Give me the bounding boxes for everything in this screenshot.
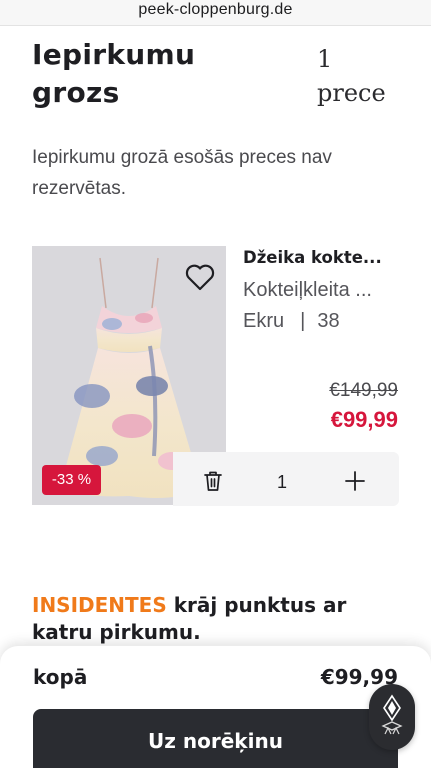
page-title: Iepirkumu grozs	[32, 38, 196, 109]
trash-icon[interactable]	[203, 470, 223, 492]
product-color: Ekru	[243, 310, 285, 332]
product-variant: Ekru | 38	[243, 307, 340, 335]
product-brand[interactable]: Džeika kokte...	[243, 246, 403, 270]
sale-price: €99,99	[330, 407, 398, 432]
heart-icon[interactable]	[184, 262, 216, 292]
quantity-value: 1	[276, 472, 287, 492]
product-size: 38	[317, 310, 340, 332]
product-name[interactable]: Kokteiļkleita ...	[243, 276, 403, 304]
original-price: €149,99	[329, 380, 398, 401]
url-text: peek-cloppenburg.de	[138, 1, 293, 18]
plus-icon[interactable]	[345, 471, 365, 491]
loyalty-brand[interactable]: INSIDENTES	[32, 593, 167, 617]
cart-count-number: 1	[317, 45, 333, 73]
assistant-logo-icon	[381, 694, 403, 735]
checkout-button[interactable]: Uz norēķinu	[33, 709, 398, 768]
reservation-notice: Iepirkumu grozā esošās preces nav rezerv…	[32, 147, 332, 199]
assistant-button[interactable]	[369, 684, 415, 750]
discount-badge: -33 %	[42, 465, 101, 495]
browser-url-bar[interactable]: peek-cloppenburg.de	[0, 0, 431, 26]
variant-separator: |	[300, 310, 306, 332]
total-label: kopā	[33, 665, 88, 689]
cart-item-count: 1 prece	[317, 42, 386, 110]
loyalty-promo: INSIDENTES krāj punktus ar katru pirkumu…	[32, 592, 412, 646]
cart-count-unit: prece	[317, 79, 386, 107]
